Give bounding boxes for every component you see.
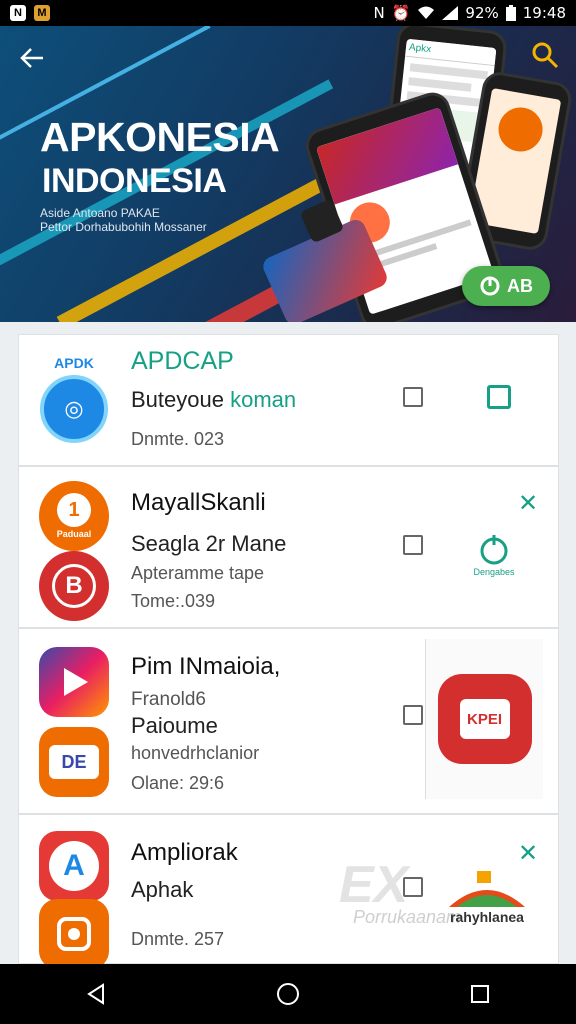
- cta-label: AB: [507, 275, 533, 296]
- search-button[interactable]: [530, 40, 562, 72]
- icon-label: APDK: [54, 355, 94, 371]
- list-item[interactable]: DE Pim INmaioia, Franold6 Paioume honved…: [18, 628, 559, 814]
- app-date: Olane: 29:6: [131, 773, 225, 793]
- power-icon: [480, 535, 508, 565]
- nav-recents-button[interactable]: [460, 974, 500, 1014]
- banner-title: APKONESIA: [40, 114, 280, 160]
- app-subtitle: Paioume: [131, 713, 218, 738]
- icon-caption: Paduaal: [56, 529, 92, 539]
- home-circle-icon: [277, 983, 299, 1005]
- signal-icon: [442, 6, 459, 20]
- action-tile[interactable]: rahyhlanea: [437, 865, 537, 929]
- notification-icon: N: [10, 5, 26, 21]
- list-item[interactable]: A Ampliorak Aphak Dnmte. 257 EX Porrukaa…: [18, 814, 559, 969]
- landscape-logo-icon: [449, 871, 525, 907]
- status-bar: N M N ⏰ 92% 19:48: [0, 0, 576, 26]
- action-tile[interactable]: Dengabes: [459, 525, 529, 585]
- app-description: Apteramme tape: [131, 563, 265, 583]
- watermark-logo: EX: [339, 856, 409, 914]
- list-item[interactable]: 1 Paduaal B MayallSkanli Seagla 2r Mane …: [18, 466, 559, 628]
- icon-label: DE: [49, 745, 99, 779]
- app-subtitle: Aphak: [131, 877, 194, 902]
- back-arrow-icon: [20, 48, 43, 68]
- list-item[interactable]: APDK ◎ APDCAP Buteyoue koman Dnmte. 023: [18, 334, 559, 466]
- app-icon: [39, 647, 109, 717]
- globe-icon: ◎: [40, 375, 108, 443]
- wifi-icon: [418, 6, 435, 19]
- action-tile[interactable]: KPEI: [425, 639, 543, 799]
- install-checkbox[interactable]: [487, 385, 511, 409]
- search-icon: [532, 42, 559, 69]
- banner-subtitle: INDONESIA: [42, 162, 227, 200]
- app-title: MayallSkanli: [131, 489, 266, 516]
- close-icon[interactable]: ✕: [516, 839, 540, 868]
- app-date: Dnmte. 023: [131, 429, 225, 449]
- battery-percent: 92%: [465, 4, 499, 22]
- clock: 19:48: [522, 4, 566, 22]
- app-description: honvedrhclanior: [131, 743, 260, 763]
- app-date: Tome:.039: [131, 591, 216, 611]
- icon-label: B: [52, 564, 96, 608]
- app-icon: DE: [39, 727, 109, 797]
- recents-square-icon: [471, 985, 489, 1003]
- icon-label: 1: [57, 493, 91, 527]
- banner-cta-button[interactable]: AB: [462, 266, 550, 306]
- download-circle-icon: [480, 276, 500, 296]
- tile-label: KPEI: [459, 699, 510, 739]
- nfc-icon: N: [373, 4, 385, 22]
- app-notification-icon: M: [34, 5, 50, 21]
- app-subtitle-accent: koman: [230, 387, 297, 412]
- phone-screen-avatar: [495, 104, 547, 155]
- select-checkbox[interactable]: [403, 705, 423, 725]
- app-subtitle: Buteyoue koman: [131, 387, 296, 413]
- app-subtitle-text: Buteyoue: [131, 387, 224, 412]
- hero-banner: APKONESIA INDONESIA Aside Antoano PAKAE …: [0, 26, 576, 322]
- banner-tagline: Aside Antoano PAKAE: [40, 206, 160, 220]
- camera-icon: [57, 917, 91, 951]
- back-triangle-icon: [87, 983, 104, 1005]
- battery-icon: [505, 5, 516, 21]
- app-icon: B: [39, 551, 109, 621]
- nav-back-button[interactable]: [76, 974, 116, 1014]
- app-icon: [39, 899, 109, 969]
- select-checkbox[interactable]: [403, 877, 423, 897]
- close-icon[interactable]: ✕: [516, 489, 540, 518]
- icon-label: A: [49, 841, 99, 891]
- app-subtitle: Seagla 2r Mane: [131, 531, 287, 556]
- app-icon: APDK ◎: [39, 345, 109, 453]
- phone-screen-hero: [315, 107, 459, 205]
- app-tile-icon: KPEI: [437, 674, 532, 764]
- select-checkbox[interactable]: [403, 535, 423, 555]
- alarm-icon: ⏰: [391, 4, 411, 22]
- app-title: Pim INmaioia,: [131, 653, 281, 680]
- phone-screen-header: Apkx: [405, 38, 497, 67]
- app-title: APDCAP: [131, 347, 234, 375]
- action-caption: Dengabes: [473, 567, 515, 577]
- nav-home-button[interactable]: [268, 974, 308, 1014]
- navigation-bar: [0, 964, 576, 1024]
- phone-screen-line: [408, 77, 472, 92]
- app-icon: 1 Paduaal: [39, 481, 109, 551]
- play-arrow-icon: [64, 668, 88, 696]
- app-date: Dnmte. 257: [131, 929, 225, 949]
- app-meta: Franold6: [131, 689, 206, 710]
- select-checkbox[interactable]: [403, 387, 423, 407]
- phone-screen-line: [409, 63, 488, 80]
- action-caption: rahyhlanea: [450, 909, 524, 925]
- banner-tagline: Pettor Dorhabubohih Mossaner: [40, 220, 207, 234]
- back-button[interactable]: [16, 42, 48, 74]
- app-title: Ampliorak: [131, 839, 238, 866]
- app-icon: A: [39, 831, 109, 901]
